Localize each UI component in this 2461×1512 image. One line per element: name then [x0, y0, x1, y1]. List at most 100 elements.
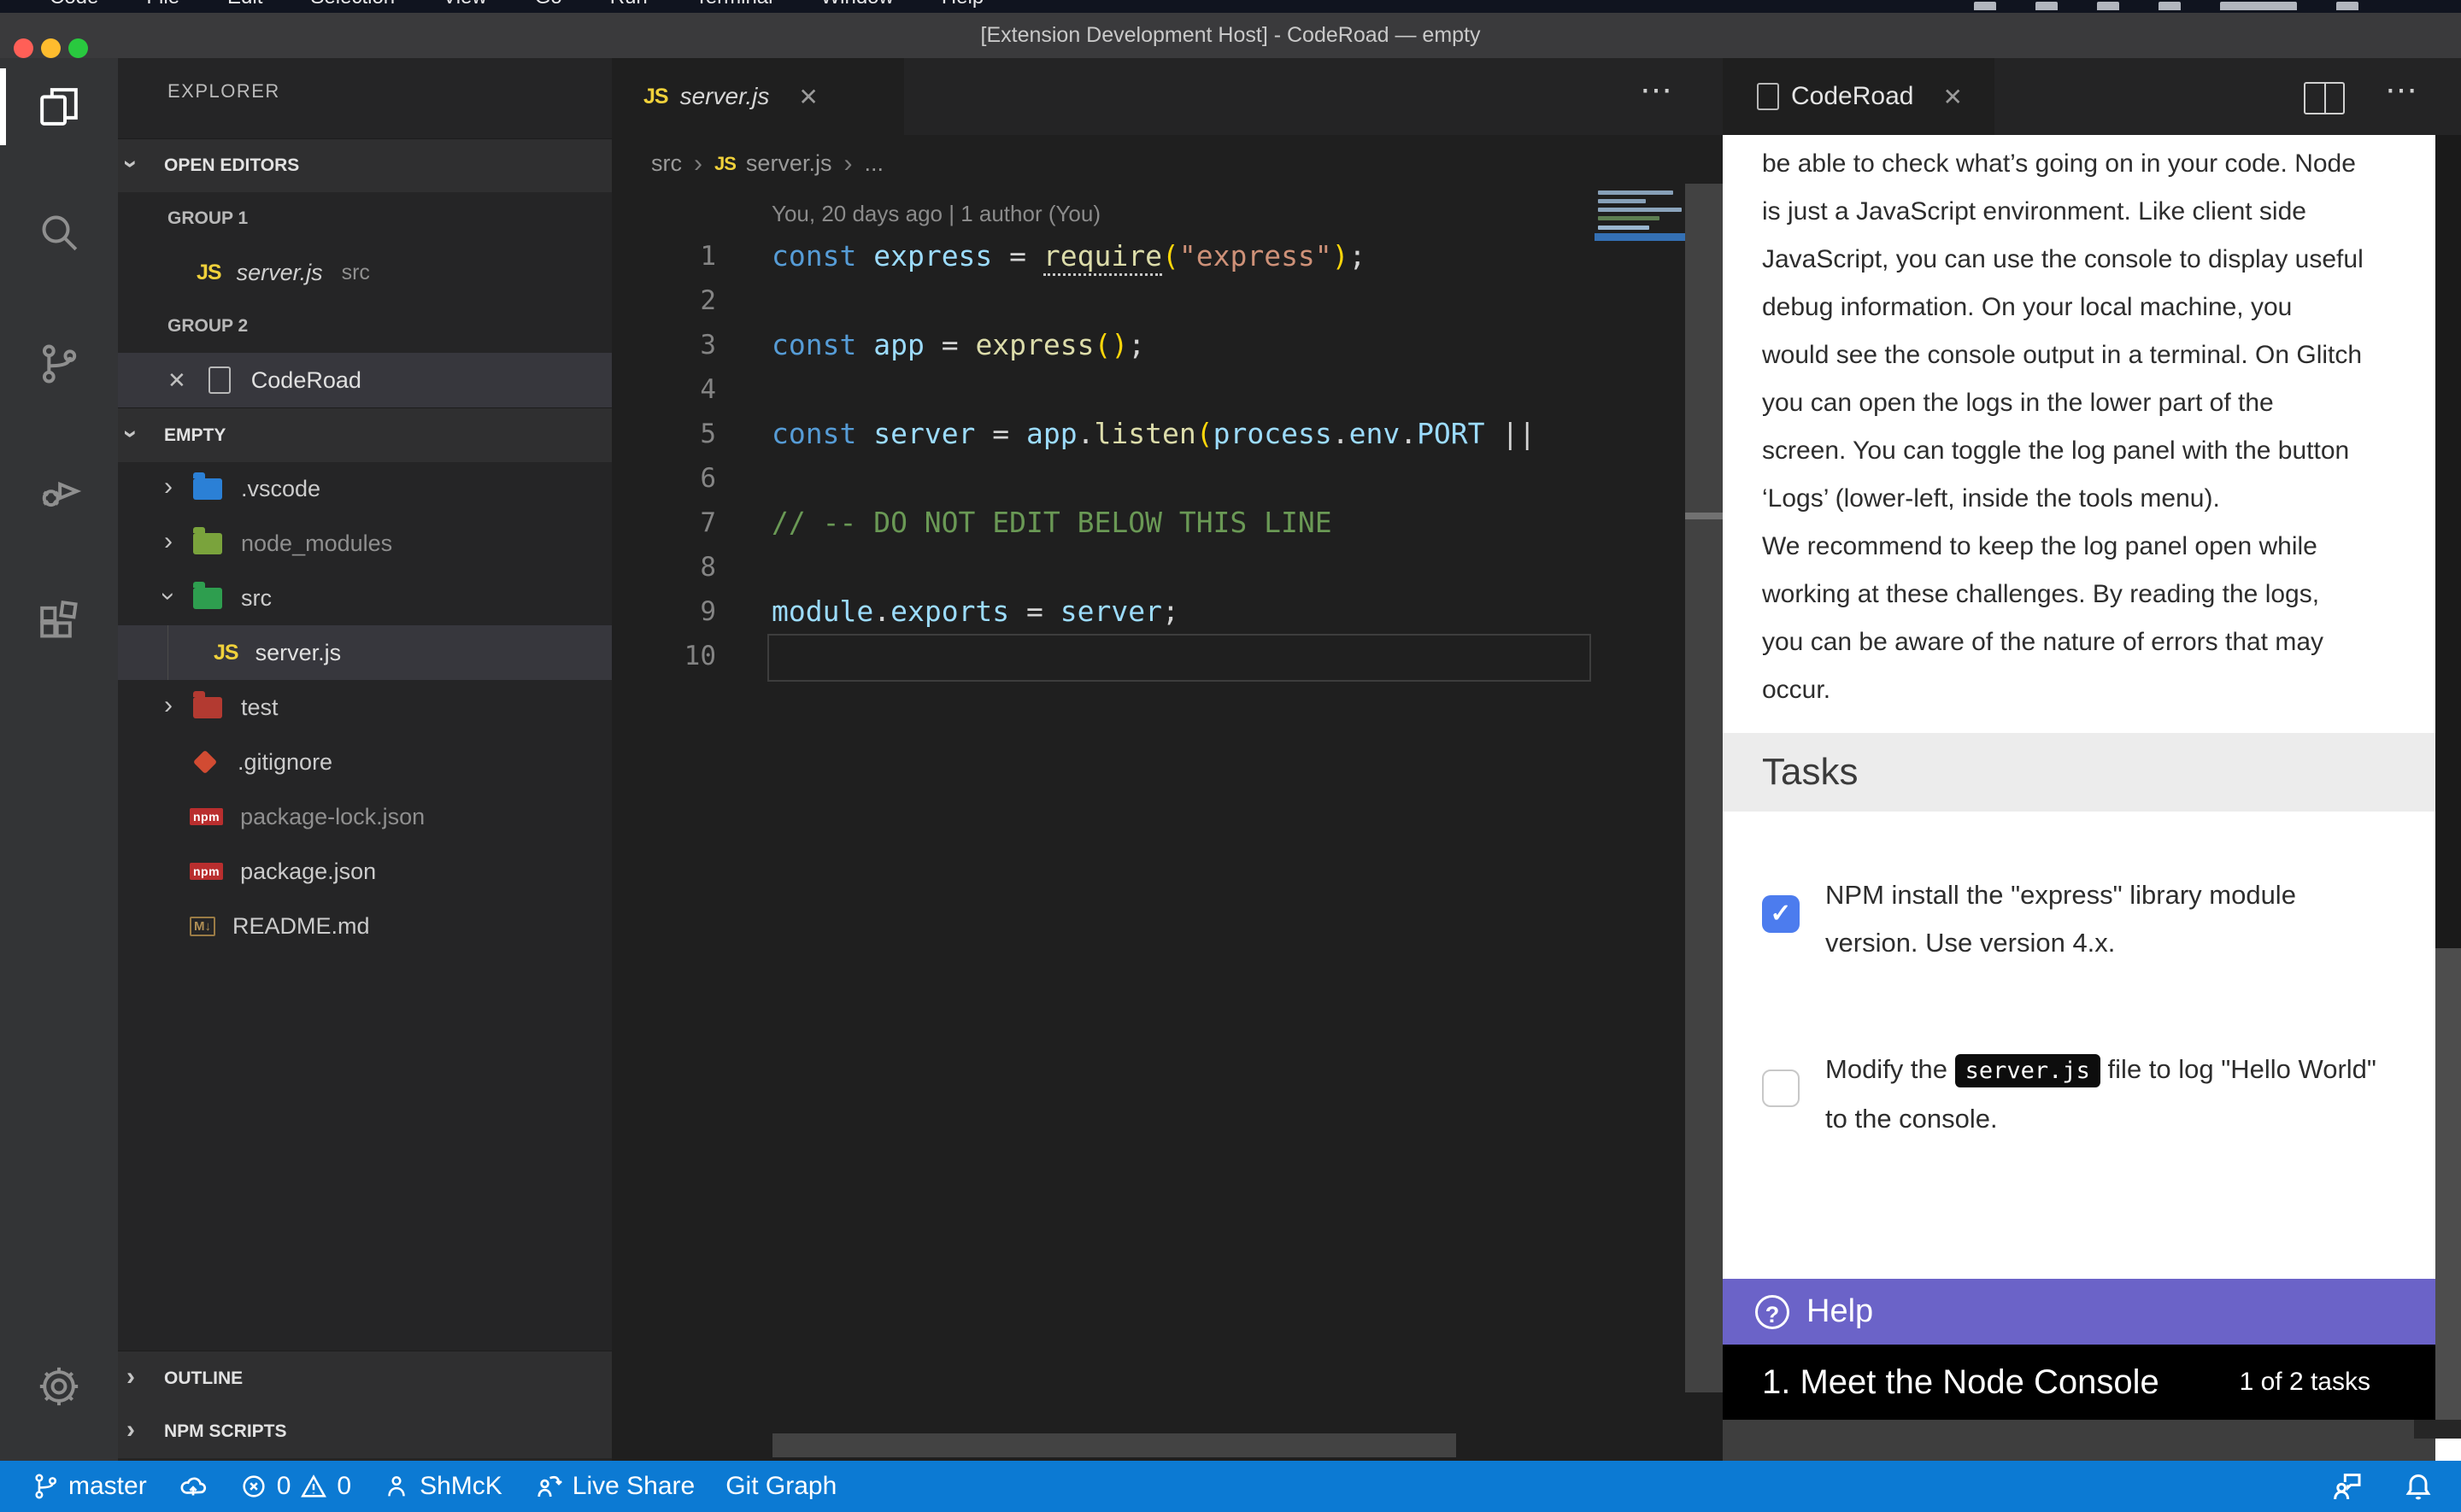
code-editor[interactable]: You, 20 days ago | 1 author (You) 1const… [612, 192, 1685, 1461]
menu-item-code[interactable]: Code [50, 0, 98, 9]
settings-gear-icon[interactable] [0, 1344, 118, 1429]
line-number: 6 [612, 456, 716, 501]
paragraph-line: ‘Logs’ (lower-left, inside the tools men… [1762, 475, 2364, 523]
panel-scrollbar-track[interactable] [1685, 184, 1723, 1392]
code-line-7[interactable]: 7// -- DO NOT EDIT BELOW THIS LINE [612, 501, 1595, 545]
open-editor-server-js[interactable]: JS server.js src [118, 245, 612, 300]
horizontal-scrollbar[interactable] [772, 1433, 1456, 1457]
paragraph-line: working at these challenges. By reading … [1762, 571, 2364, 618]
tree-item-package-lock[interactable]: npm package-lock.json [118, 789, 612, 844]
git-branch-item[interactable]: master [31, 1472, 147, 1501]
status-bar: master 0 0 ShMcK Live Share Git Graph [0, 1461, 2461, 1512]
outline-section-header[interactable]: › OUTLINE [118, 1351, 612, 1405]
bell-icon[interactable] [2401, 1469, 2435, 1503]
open-editor-coderoad[interactable]: ✕ CodeRoad [118, 353, 612, 407]
src-folder-icon [193, 588, 222, 609]
tree-item-test[interactable]: › test [118, 680, 612, 735]
extensions-icon[interactable] [0, 578, 118, 664]
menu-item-run[interactable]: Run [610, 0, 648, 9]
minimap-line [1598, 216, 1659, 220]
feedback-icon[interactable] [2329, 1469, 2364, 1503]
help-accordion[interactable]: ? Help [1723, 1279, 2435, 1345]
editor-actions-more-icon[interactable]: ⋯ [2385, 82, 2420, 99]
code-line-4[interactable]: 4 [612, 367, 1595, 412]
source-control-icon[interactable] [0, 321, 118, 407]
vscode-window: Code File Edit Selection View Go Run Terminal Wi… [0, 0, 2461, 1512]
npm-scripts-section-header[interactable]: › NPM SCRIPTS [118, 1404, 612, 1458]
explorer-sidebar: EXPLORER › OPEN EDITORS GROUP 1 JS serve… [118, 58, 612, 1461]
code-line-3[interactable]: 3const app = express(); [612, 323, 1595, 367]
menu-item-terminal[interactable]: Terminal [696, 0, 773, 9]
person-icon [382, 1472, 411, 1501]
sync-item[interactable] [178, 1471, 209, 1502]
tab-server-js[interactable]: JS server.js ✕ [612, 58, 904, 135]
webview-scrollbar-track[interactable] [2435, 135, 2461, 948]
menu-item-file[interactable]: File [146, 0, 179, 9]
code-line-8[interactable]: 8 [612, 545, 1595, 589]
indent-guide [167, 625, 168, 680]
minimap-line [1598, 190, 1673, 195]
paragraph-line: be able to check what’s going on in your… [1762, 140, 2364, 188]
paragraph-line: JavaScript, you can use the console to d… [1762, 236, 2364, 284]
close-tab-icon[interactable]: ✕ [1942, 83, 1962, 111]
problems-item[interactable]: 0 0 [239, 1472, 351, 1501]
minimap-line [1598, 208, 1682, 212]
menu-bar-status-icons [1974, 2, 2358, 10]
search-icon[interactable] [0, 190, 118, 275]
menu-item-selection[interactable]: Selection [310, 0, 395, 9]
task-checkbox-checked[interactable]: ✓ [1762, 895, 1800, 933]
close-tab-icon[interactable]: ✕ [798, 83, 818, 111]
chevron-down-icon: › [156, 583, 181, 609]
tree-item-package-json[interactable]: npm package.json [118, 844, 612, 899]
tree-item-src[interactable]: › src [118, 571, 612, 625]
paragraph-line: would see the console output in a termin… [1762, 331, 2364, 379]
menu-item-help[interactable]: Help [942, 0, 984, 9]
npm-icon: npm [190, 808, 223, 825]
editor-actions-more-icon[interactable]: ⋯ [1640, 82, 1675, 99]
open-editors-header[interactable]: › OPEN EDITORS [118, 138, 612, 192]
run-debug-icon[interactable] [0, 448, 118, 534]
chevron-right-icon: › [156, 529, 181, 554]
explorer-icon[interactable] [0, 64, 118, 149]
line-number: 7 [612, 501, 716, 545]
live-share-item[interactable]: Live Share [533, 1471, 695, 1502]
paragraph-line: you can open the logs in the lower part … [1762, 379, 2364, 427]
menu-item-view[interactable]: View [443, 0, 487, 9]
tree-item-readme[interactable]: M↓ README.md [118, 899, 612, 953]
tree-item-server-js[interactable]: JS server.js [118, 625, 612, 680]
lesson-title: 1. Meet the Node Console [1762, 1363, 2240, 1402]
tree-item-gitignore[interactable]: .gitignore [118, 735, 612, 789]
git-graph-item[interactable]: Git Graph [725, 1472, 837, 1501]
split-editor-icon[interactable] [2304, 82, 2345, 114]
code-line-1[interactable]: 1const express = require("express"); [612, 234, 1595, 278]
panel-scrollbar-thumb[interactable] [1685, 513, 1723, 519]
task-checkbox-unchecked[interactable] [1762, 1070, 1800, 1107]
code-line-6[interactable]: 6 [612, 456, 1595, 501]
line-number: 5 [612, 412, 716, 456]
close-icon[interactable]: ✕ [167, 367, 186, 394]
node-modules-folder-icon [193, 533, 222, 554]
tab-coderoad[interactable]: CodeRoad ✕ [1723, 58, 1994, 135]
webview-corner [2414, 1420, 2461, 1439]
breadcrumb[interactable]: src › JS server.js › ... [612, 135, 1723, 192]
paragraph-line: debug information. On your local machine… [1762, 284, 2364, 331]
menu-item-edit[interactable]: Edit [227, 0, 262, 9]
js-file-icon: JS [643, 85, 668, 109]
code-chip: server.js [1955, 1054, 2100, 1087]
code-line-9[interactable]: 9module.exports = server; [612, 589, 1595, 634]
menu-item-go[interactable]: Go [535, 0, 562, 9]
minimap[interactable] [1595, 184, 1685, 1461]
tree-item-vscode[interactable]: › .vscode [118, 461, 612, 516]
code-line-5[interactable]: 5const server = app.listen(process.env.P… [612, 412, 1595, 456]
webview-bottom-strip [1723, 1420, 2461, 1461]
webview-scrollbar-thumb[interactable] [2435, 948, 2461, 1420]
empty-section-header[interactable]: › EMPTY [118, 407, 612, 462]
menu-item-window[interactable]: Window [820, 0, 893, 9]
tree-item-node-modules[interactable]: › node_modules [118, 516, 612, 571]
open-editors-group2-label: GROUP 2 [118, 300, 612, 353]
git-blame-annotation[interactable]: You, 20 days ago | 1 author (You) [772, 201, 1101, 227]
code-line-2[interactable]: 2 [612, 278, 1595, 323]
breadcrumb-separator: › [694, 149, 702, 179]
user-item[interactable]: ShMcK [382, 1472, 502, 1501]
macos-menu-bar: Code File Edit Selection View Go Run Terminal Wi… [0, 0, 2461, 13]
